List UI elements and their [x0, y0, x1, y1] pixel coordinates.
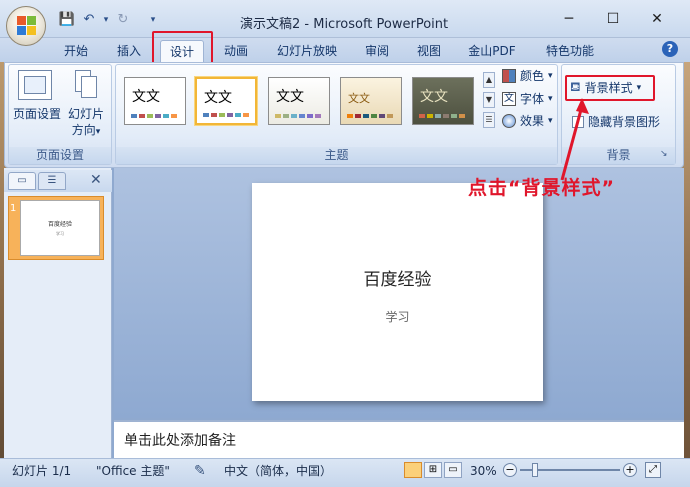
slide-orientation-button[interactable]: 幻灯片 方向▾ — [64, 106, 108, 140]
theme-fonts-label: 字体 — [520, 92, 545, 106]
group-label-themes: 主题 — [116, 147, 557, 164]
tab-design-highlight — [152, 31, 213, 64]
chevron-down-icon: ▾ — [636, 83, 642, 93]
theme-civic[interactable]: 文文 — [412, 77, 474, 125]
theme-effects-label: 效果 — [520, 114, 545, 128]
chevron-down-icon: ▾ — [548, 94, 553, 104]
dialog-launcher-icon[interactable]: ↘ — [660, 149, 668, 159]
outline-tab-icon[interactable]: ☰ — [38, 172, 66, 190]
zoom-out-icon[interactable]: − — [503, 463, 517, 477]
theme-aspect[interactable]: 文文 — [340, 77, 402, 125]
theme-effects-button[interactable]: 效果 ▾ — [502, 112, 553, 130]
tab-review[interactable]: 审阅 — [358, 40, 396, 62]
theme-color-bars — [275, 114, 321, 118]
office-logo-icon — [17, 16, 37, 36]
theme-color-bars — [347, 114, 393, 118]
theme-preview-text: 文文 — [276, 89, 304, 105]
theme-preview-text: 文文 — [348, 92, 370, 105]
group-label-page-setup: 页面设置 — [9, 147, 111, 164]
notes-placeholder: 单击此处添加备注 — [124, 433, 236, 449]
chevron-down-icon: ▾ — [548, 116, 553, 126]
annotation-text: 点击“背景样式” — [468, 177, 615, 199]
slide-orientation-icon — [72, 70, 98, 100]
theme-fonts-button[interactable]: 文 字体 ▾ — [502, 90, 553, 108]
paint-bucket-icon: ⛾ — [570, 80, 581, 95]
theme-current[interactable]: 文文 — [195, 77, 257, 125]
theme-color-bars — [203, 113, 249, 117]
chevron-down-icon: ▾ — [95, 127, 101, 137]
slide-title[interactable]: 百度经验 — [252, 265, 543, 290]
color-palette-icon — [502, 69, 516, 83]
zoom-in-icon[interactable]: + — [623, 463, 637, 477]
theme-colors-button[interactable]: 颜色 ▾ — [502, 67, 553, 85]
background-styles-label: 背景样式 — [584, 81, 633, 95]
close-button[interactable]: ✕ — [644, 8, 670, 30]
status-language[interactable]: 中文（简体，中国） — [224, 462, 332, 480]
slide-orientation-label-2: 方向▾ — [64, 122, 108, 140]
minimize-button[interactable]: ─ — [556, 8, 582, 30]
background-styles-button[interactable]: ⛾ 背景样式 ▾ — [570, 79, 641, 97]
theme-preview-text: 文文 — [420, 89, 448, 105]
slide-number: 1 — [10, 203, 17, 214]
slide-orientation-label-1: 幻灯片 — [67, 107, 104, 121]
customize-qat-icon[interactable]: ▾ — [144, 11, 162, 29]
thumb-title: 百度经验 — [47, 221, 72, 228]
save-icon[interactable]: 💾 — [58, 11, 76, 29]
undo-dropdown-icon[interactable]: ▾ — [102, 11, 110, 29]
theme-office[interactable]: 文文 — [124, 77, 186, 125]
themes-more-icon[interactable]: ☰ — [483, 112, 495, 128]
theme-color-bars — [419, 114, 465, 118]
page-setup-button[interactable]: 页面设置 — [12, 106, 62, 122]
normal-view-icon[interactable] — [404, 462, 422, 478]
quick-access-toolbar: 💾 ↶ ▾ ↻ ▾ — [54, 10, 162, 30]
zoom-level[interactable]: 30% — [470, 462, 497, 480]
slide-canvas[interactable]: 百度经验 学习 — [252, 183, 543, 401]
redo-icon[interactable]: ↻ — [114, 11, 132, 29]
slides-tab-icon[interactable]: ▭ — [8, 172, 36, 190]
thumb-subtitle: 学习 — [56, 231, 64, 236]
maximize-button[interactable]: ☐ — [600, 8, 626, 30]
themes-scroll-down-icon[interactable]: ▼ — [483, 92, 495, 108]
tab-special-features[interactable]: 特色功能 — [538, 40, 602, 62]
chevron-down-icon: ▾ — [548, 71, 553, 81]
help-icon[interactable]: ? — [662, 41, 678, 57]
slide-sorter-icon[interactable]: ⊞ — [424, 462, 442, 478]
tab-slideshow[interactable]: 幻灯片放映 — [272, 40, 342, 62]
spell-check-icon[interactable]: ✎ — [194, 462, 206, 480]
notes-pane[interactable]: 单击此处添加备注 — [114, 420, 684, 458]
fit-to-window-icon[interactable]: ⤢ — [645, 462, 661, 478]
effects-icon — [502, 114, 516, 128]
theme-apex[interactable]: 文文 — [268, 77, 330, 125]
page-setup-icon — [18, 70, 52, 100]
theme-preview-text: 文文 — [132, 89, 160, 105]
tab-home[interactable]: 开始 — [56, 40, 96, 62]
status-theme: "Office 主题" — [96, 464, 170, 478]
theme-preview-text: 文文 — [204, 90, 232, 106]
undo-icon[interactable]: ↶ — [80, 11, 98, 29]
slide-thumbnail[interactable]: 百度经验 学习 — [20, 200, 100, 256]
themes-scroll-up-icon[interactable]: ▲ — [483, 72, 495, 88]
theme-colors-label: 颜色 — [520, 69, 545, 83]
font-icon: 文 — [502, 92, 516, 106]
slideshow-view-icon[interactable]: ▭ — [444, 462, 462, 478]
close-panel-icon[interactable]: ✕ — [90, 172, 102, 188]
theme-color-bars — [131, 114, 177, 118]
hide-background-label: 隐藏背景图形 — [588, 115, 661, 129]
status-slide-count: 幻灯片 1/1 — [12, 464, 72, 478]
orientation-text: 方向 — [71, 123, 96, 137]
tab-view[interactable]: 视图 — [410, 40, 448, 62]
zoom-slider-thumb[interactable] — [532, 463, 538, 477]
tab-animation[interactable]: 动画 — [216, 40, 256, 62]
slide-subtitle[interactable]: 学习 — [252, 308, 543, 325]
window-title: 演示文稿2 - Microsoft PowerPoint — [240, 17, 449, 32]
tab-wps-pdf[interactable]: 金山PDF — [462, 40, 522, 62]
tab-insert[interactable]: 插入 — [110, 40, 148, 62]
desktop-right-edge — [684, 0, 690, 487]
office-button[interactable] — [6, 6, 46, 46]
